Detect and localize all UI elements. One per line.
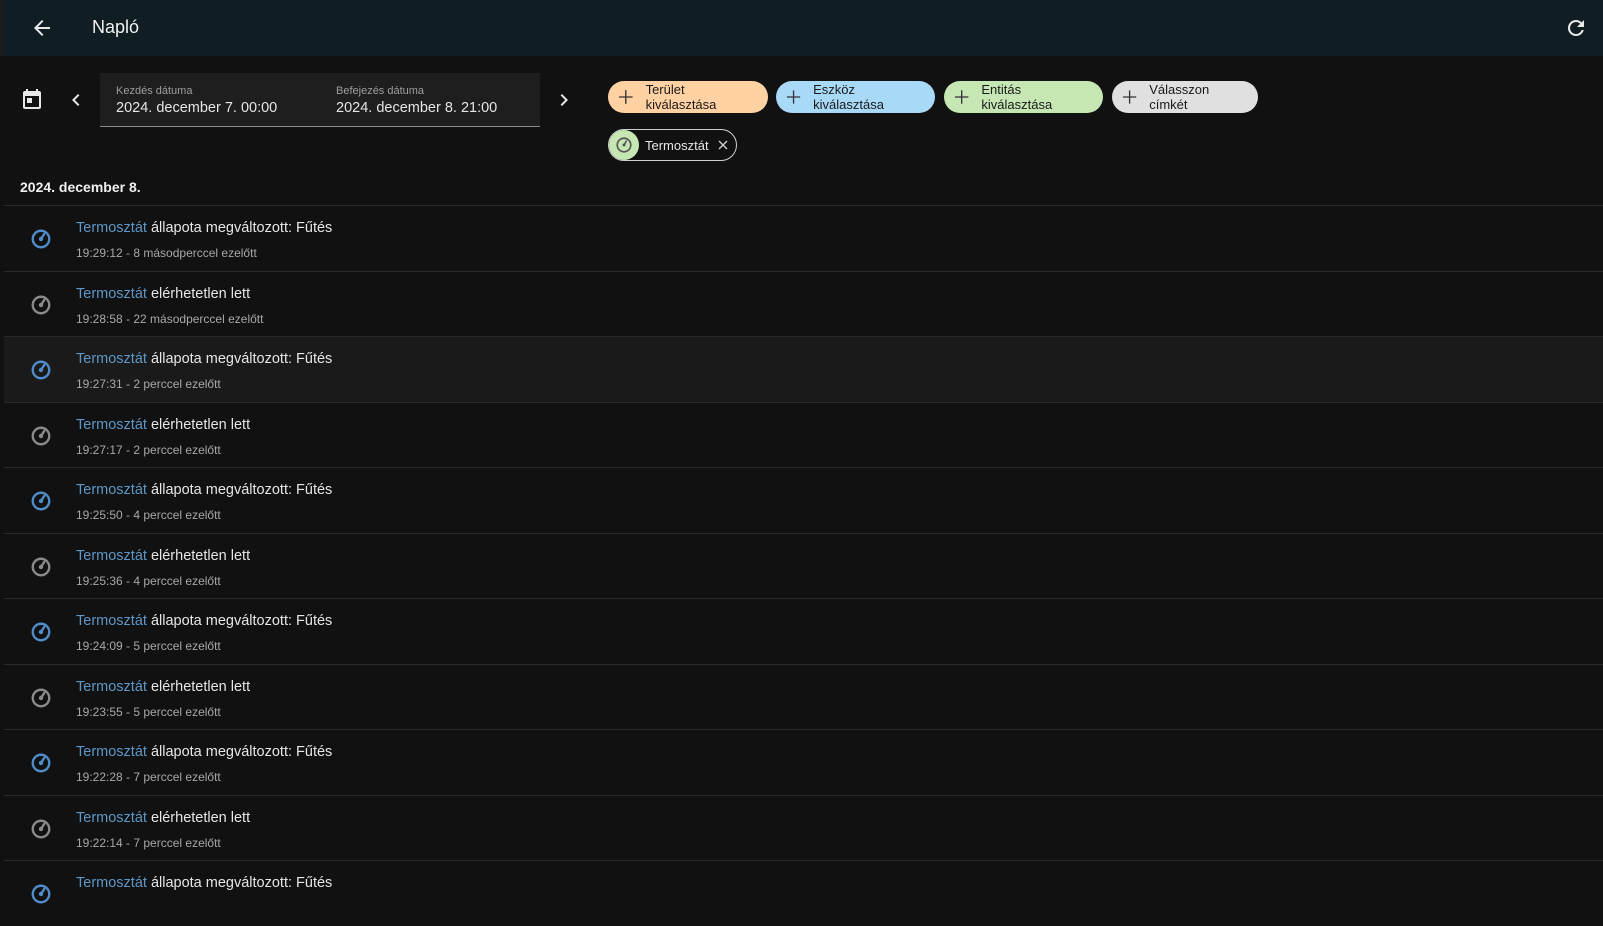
thermostat-icon [31,360,51,380]
entity-link[interactable]: Termosztát [76,351,147,367]
plus-icon [786,90,801,104]
entry-timestamp: 19:23:55 - 5 perccel ezelőtt [76,704,221,719]
entity-link[interactable]: Termosztát [76,220,147,236]
start-date-value: 2024. december 7. 00:00 [116,100,278,116]
choose-entity-chip[interactable]: Entitás kiválasztása [944,81,1103,113]
day-header: 2024. december 8. [20,179,141,195]
entry-message: elérhetetlen lett [150,547,251,564]
logbook-entry[interactable]: Termosztát állapota megváltozott: Fűtés 1… [4,598,1603,664]
entry-message: állapota megváltozott: Fűtés [150,875,333,891]
top-app-bar: Napló [0,0,1603,56]
logbook-entry[interactable]: Termosztát állapota megváltozott: Fűtés 1… [4,205,1603,271]
entity-link[interactable]: Termosztát [76,810,147,826]
end-date-value: 2024. december 8. 21:00 [336,100,498,116]
entity-link[interactable]: Termosztát [76,482,147,498]
entry-message: elérhetetlen lett [150,416,251,433]
entry-message: állapota megváltozott: Fűtés [150,482,333,498]
entity-link[interactable]: Termosztát [76,417,147,433]
choose-device-label: Eszköz kiválasztása [813,82,884,112]
entry-timestamp: 19:29:12 - 8 másodperccel ezelőtt [76,246,257,260]
thermostat-icon [31,819,51,838]
choose-area-chip[interactable]: Terület kiválasztása [608,81,768,113]
entry-message-line: Termosztát állapota megváltozott: Fűtés [76,351,332,367]
plus-icon [1122,90,1137,104]
entry-message-line: Termosztát állapota megváltozott: Fűtés [76,744,332,760]
refresh-icon[interactable] [1564,16,1588,40]
thermostat-icon [31,622,51,642]
page-title: Napló [92,17,140,37]
calendar-icon[interactable] [20,88,44,112]
entry-message-line: Termosztát elérhetetlen lett [76,548,250,564]
arrow-left-icon[interactable] [30,16,54,40]
entry-timestamp: 19:24:09 - 5 perccel ezelőtt [76,639,221,653]
plus-icon [618,90,633,104]
close-icon[interactable] [716,138,730,152]
logbook-entry[interactable]: Termosztát elérhetetlen lett 19:22:14 - 7… [4,794,1603,861]
choose-entity-label: Entitás kiválasztása [981,82,1053,112]
start-date-field[interactable]: Kezdés dátuma 2024. december 7. 00:00 [100,73,320,127]
entry-message-line: Termosztát elérhetetlen lett [76,417,250,433]
entry-timestamp: 19:25:36 - 4 perccel ezelőtt [76,573,221,588]
logbook-entry[interactable]: Termosztát állapota megváltozott: Fűtés 1… [4,336,1603,402]
thermostat-icon [31,491,51,511]
logbook-entry[interactable]: Termosztát állapota megváltozott: Fűtés 1… [4,467,1603,533]
thermostat-icon [31,295,51,314]
entry-timestamp: 19:28:58 - 22 másodperccel ezelőtt [76,311,264,326]
entry-message: állapota megváltozott: Fűtés [150,613,333,629]
plus-icon [954,90,969,104]
entry-timestamp: 19:22:14 - 7 perccel ezelőtt [76,835,221,850]
entry-message: elérhetetlen lett [150,678,251,695]
choose-area-label: Terület kiválasztása [645,82,717,112]
entry-message-line: Termosztát állapota megváltozott: Fűtés [76,875,332,891]
entry-timestamp: 19:25:50 - 4 perccel ezelőtt [76,508,221,522]
thermostat-icon [31,753,51,773]
entry-message: elérhetetlen lett [150,809,251,826]
entry-message-line: Termosztát állapota megváltozott: Fűtés [76,613,332,629]
entity-link[interactable]: Termosztát [76,875,147,891]
entity-link[interactable]: Termosztát [76,744,147,760]
choose-label-chip[interactable]: Válasszon címkét [1112,81,1258,113]
choose-device-chip[interactable]: Eszköz kiválasztása [776,81,935,113]
thermostat-icon [31,229,51,249]
thermostat-icon [31,688,51,707]
logbook-entry[interactable]: Termosztát elérhetetlen lett 19:23:55 - 5… [4,663,1603,730]
entry-message-line: Termosztát elérhetetlen lett [76,810,250,826]
entity-link[interactable]: Termosztát [76,548,147,564]
entry-message-line: Termosztát állapota megváltozott: Fűtés [76,482,332,498]
entry-timestamp: 19:22:28 - 7 perccel ezelőtt [76,770,221,784]
logbook-entry[interactable]: Termosztát elérhetetlen lett 19:27:17 - 2… [4,401,1603,468]
entry-message-line: Termosztát elérhetetlen lett [76,679,250,695]
chevron-right-icon[interactable] [552,88,576,112]
choose-label-label: Válasszon címkét [1149,82,1210,112]
end-date-label: Befejezés dátuma [336,85,425,97]
logbook-entry[interactable]: Termosztát elérhetetlen lett 19:25:36 - 4… [4,532,1603,599]
entity-link[interactable]: Termosztát [76,613,147,629]
thermostat-icon [609,130,639,160]
entry-message: állapota megváltozott: Fűtés [150,351,333,367]
entry-message-line: Termosztát elérhetetlen lett [76,286,250,302]
logbook-entry[interactable]: Termosztát elérhetetlen lett 19:28:58 - 2… [4,270,1603,337]
logbook-entry[interactable]: Termosztát állapota megváltozott: Fűtés [4,860,1603,926]
entry-message-line: Termosztát állapota megváltozott: Fűtés [76,220,332,236]
logbook-entry[interactable]: Termosztát állapota megváltozott: Fűtés 1… [4,729,1603,795]
entry-message: állapota megváltozott: Fűtés [150,220,333,236]
entry-message: elérhetetlen lett [150,285,251,302]
end-date-field[interactable]: Befejezés dátuma 2024. december 8. 21:00 [320,73,540,127]
thermostat-icon [31,426,51,445]
logbook-list: Termosztát állapota megváltozott: Fűtés 1… [4,205,1603,926]
entry-timestamp: 19:27:31 - 2 perccel ezelőtt [76,377,221,391]
selected-entity-label: Termosztát [645,137,709,153]
chevron-left-icon[interactable] [64,88,88,112]
entity-link[interactable]: Termosztát [76,679,147,695]
entity-link[interactable]: Termosztát [76,286,147,302]
entry-message: állapota megváltozott: Fűtés [150,744,333,760]
filter-bar: Kezdés dátuma 2024. december 7. 00:00 Be… [0,56,1603,180]
thermostat-icon [31,557,51,576]
selected-entity-chip[interactable]: Termosztát [608,129,737,161]
entry-timestamp: 19:27:17 - 2 perccel ezelőtt [76,442,221,457]
start-date-label: Kezdés dátuma [116,85,193,97]
